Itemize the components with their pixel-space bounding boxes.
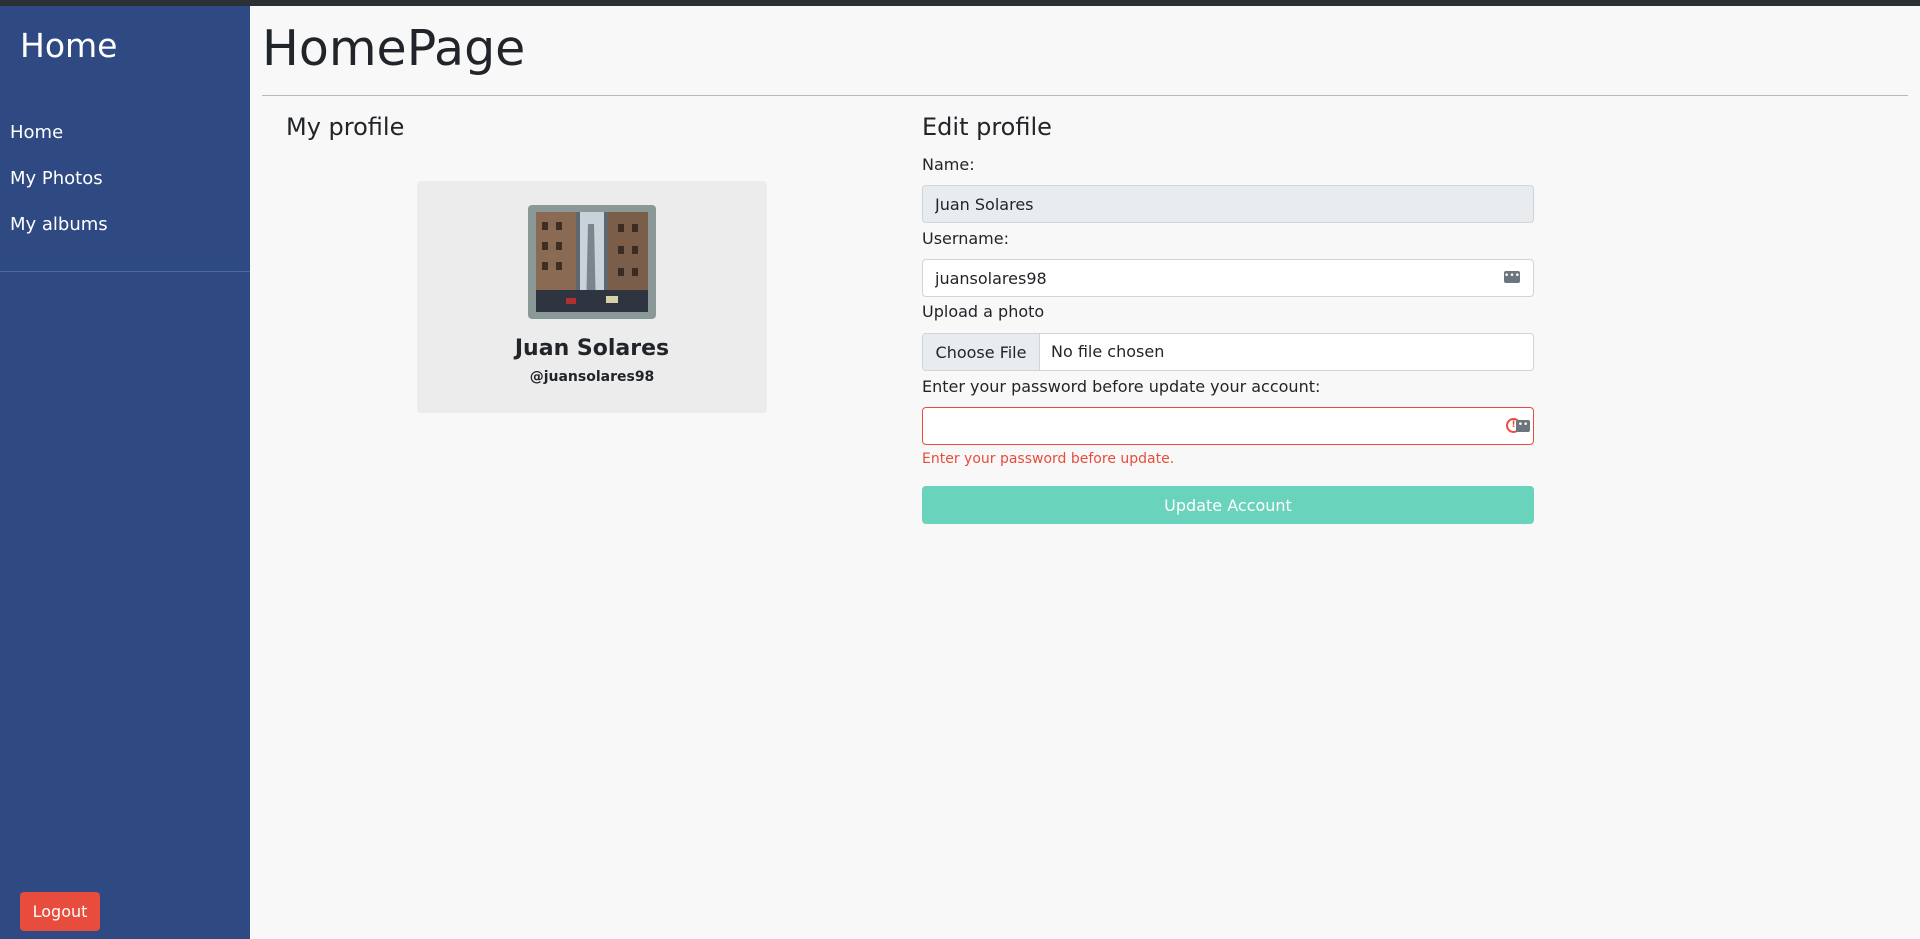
password-field[interactable] [922,407,1534,445]
sidebar-item-home[interactable]: Home [10,122,108,168]
window-top-bar [0,0,1920,6]
profile-photo [536,212,648,312]
password-manager-icon[interactable]: ••• [1504,271,1520,283]
name-label: Name: [922,155,975,174]
username-label: Username: [922,229,1009,248]
choose-file-button[interactable]: Choose File [923,334,1040,370]
title-divider [262,95,1908,96]
sidebar-item-my-albums[interactable]: My albums [10,214,108,260]
sidebar-nav: Home My Photos My albums [10,122,108,260]
password-manager-icon[interactable]: •• [1516,420,1530,432]
password-error-message: Enter your password before update. [922,451,1175,467]
sidebar-brand[interactable]: Home [20,26,117,65]
profile-card: Juan Solares @juansolares98 [417,181,767,413]
file-status: No file chosen [1051,342,1165,361]
edit-profile-heading: Edit profile [922,113,1052,141]
password-label: Enter your password before update your a… [922,377,1321,396]
my-profile-heading: My profile [286,113,405,141]
sidebar: Home Home My Photos My albums Logout [0,6,250,939]
avatar [528,205,656,319]
page-title: HomePage [262,20,526,77]
upload-photo-label: Upload a photo [922,302,1045,321]
sidebar-divider [0,271,250,272]
sidebar-item-my-photos[interactable]: My Photos [10,168,108,214]
name-field[interactable] [922,185,1534,223]
update-account-button[interactable]: Update Account [922,486,1534,524]
profile-name: Juan Solares [514,336,670,361]
username-field[interactable] [922,259,1534,297]
profile-username: @juansolares98 [529,369,655,385]
photo-upload-input[interactable]: Choose File No file chosen [922,333,1534,371]
logout-button[interactable]: Logout [20,892,100,931]
